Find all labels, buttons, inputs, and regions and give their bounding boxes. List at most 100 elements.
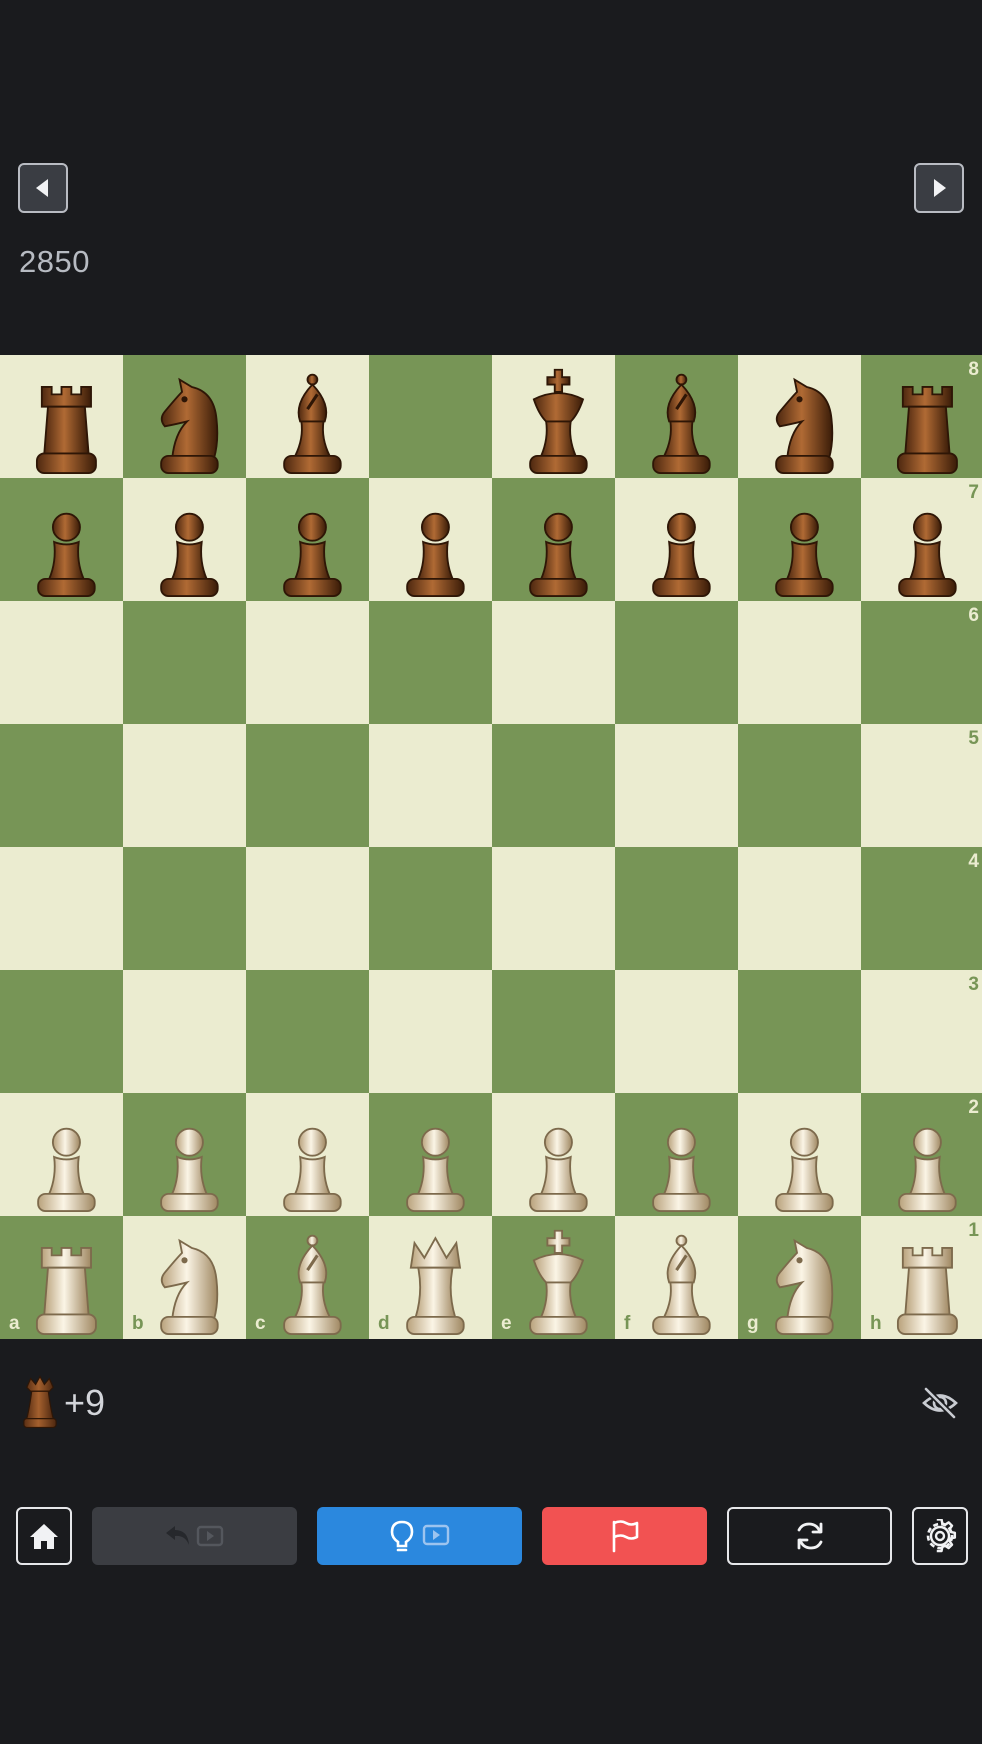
square-h3[interactable]: 3	[861, 970, 982, 1093]
square-e8[interactable]	[492, 355, 615, 478]
square-c5[interactable]	[246, 724, 369, 847]
black-bishop-icon[interactable]	[246, 355, 369, 478]
resign-button[interactable]	[542, 1507, 707, 1565]
next-button[interactable]	[914, 163, 964, 213]
square-a3[interactable]	[0, 970, 123, 1093]
black-pawn-icon[interactable]	[123, 478, 246, 601]
square-e4[interactable]	[492, 847, 615, 970]
square-f4[interactable]	[615, 847, 738, 970]
undo-button[interactable]	[92, 1507, 297, 1565]
square-b1[interactable]: b	[123, 1216, 246, 1339]
white-knight-icon[interactable]	[123, 1216, 246, 1339]
white-king-icon[interactable]	[492, 1216, 615, 1339]
square-g1[interactable]: g	[738, 1216, 861, 1339]
square-h8[interactable]: 8	[861, 355, 982, 478]
square-b7[interactable]	[123, 478, 246, 601]
black-rook-icon[interactable]	[861, 355, 982, 478]
black-knight-icon[interactable]	[123, 355, 246, 478]
black-pawn-icon[interactable]	[369, 478, 492, 601]
square-g7[interactable]	[738, 478, 861, 601]
square-g6[interactable]	[738, 601, 861, 724]
square-a1[interactable]: a	[0, 1216, 123, 1339]
square-c2[interactable]	[246, 1093, 369, 1216]
white-rook-icon[interactable]	[0, 1216, 123, 1339]
hide-evaluation-button[interactable]	[920, 1385, 960, 1421]
square-c6[interactable]	[246, 601, 369, 724]
square-h5[interactable]: 5	[861, 724, 982, 847]
square-g2[interactable]	[738, 1093, 861, 1216]
home-button[interactable]	[16, 1507, 72, 1565]
square-c4[interactable]	[246, 847, 369, 970]
square-a7[interactable]	[0, 478, 123, 601]
square-g5[interactable]	[738, 724, 861, 847]
square-d8[interactable]	[369, 355, 492, 478]
square-d7[interactable]	[369, 478, 492, 601]
square-h6[interactable]: 6	[861, 601, 982, 724]
square-g4[interactable]	[738, 847, 861, 970]
square-a6[interactable]	[0, 601, 123, 724]
square-e6[interactable]	[492, 601, 615, 724]
square-d6[interactable]	[369, 601, 492, 724]
square-h2[interactable]: 2	[861, 1093, 982, 1216]
square-e2[interactable]	[492, 1093, 615, 1216]
black-pawn-icon[interactable]	[615, 478, 738, 601]
square-f8[interactable]	[615, 355, 738, 478]
hint-button[interactable]	[317, 1507, 522, 1565]
white-pawn-icon[interactable]	[369, 1093, 492, 1216]
square-d3[interactable]	[369, 970, 492, 1093]
square-b8[interactable]	[123, 355, 246, 478]
square-g8[interactable]	[738, 355, 861, 478]
square-h1[interactable]: 1h	[861, 1216, 982, 1339]
square-e7[interactable]	[492, 478, 615, 601]
square-d1[interactable]: d	[369, 1216, 492, 1339]
square-b6[interactable]	[123, 601, 246, 724]
white-pawn-icon[interactable]	[738, 1093, 861, 1216]
settings-button[interactable]	[912, 1507, 968, 1565]
square-f2[interactable]	[615, 1093, 738, 1216]
square-b4[interactable]	[123, 847, 246, 970]
black-pawn-icon[interactable]	[0, 478, 123, 601]
square-a4[interactable]	[0, 847, 123, 970]
square-f3[interactable]	[615, 970, 738, 1093]
chess-board[interactable]: 87 6 5 4 3 2 abcdefg1h	[0, 355, 982, 1339]
square-b3[interactable]	[123, 970, 246, 1093]
square-h7[interactable]: 7	[861, 478, 982, 601]
white-pawn-icon[interactable]	[615, 1093, 738, 1216]
white-pawn-icon[interactable]	[246, 1093, 369, 1216]
square-a5[interactable]	[0, 724, 123, 847]
square-c3[interactable]	[246, 970, 369, 1093]
square-c7[interactable]	[246, 478, 369, 601]
black-king-icon[interactable]	[492, 355, 615, 478]
white-pawn-icon[interactable]	[0, 1093, 123, 1216]
white-bishop-icon[interactable]	[246, 1216, 369, 1339]
square-g3[interactable]	[738, 970, 861, 1093]
white-pawn-icon[interactable]	[492, 1093, 615, 1216]
square-b2[interactable]	[123, 1093, 246, 1216]
square-c8[interactable]	[246, 355, 369, 478]
black-knight-icon[interactable]	[738, 355, 861, 478]
square-f1[interactable]: f	[615, 1216, 738, 1339]
white-bishop-icon[interactable]	[615, 1216, 738, 1339]
square-d4[interactable]	[369, 847, 492, 970]
square-f6[interactable]	[615, 601, 738, 724]
previous-button[interactable]	[18, 163, 68, 213]
square-a2[interactable]	[0, 1093, 123, 1216]
square-e1[interactable]: e	[492, 1216, 615, 1339]
white-rook-icon[interactable]	[861, 1216, 982, 1339]
white-knight-icon[interactable]	[738, 1216, 861, 1339]
black-pawn-icon[interactable]	[861, 478, 982, 601]
square-f7[interactable]	[615, 478, 738, 601]
square-b5[interactable]	[123, 724, 246, 847]
square-a8[interactable]	[0, 355, 123, 478]
white-pawn-icon[interactable]	[861, 1093, 982, 1216]
white-pawn-icon[interactable]	[123, 1093, 246, 1216]
black-rook-icon[interactable]	[0, 355, 123, 478]
flip-board-button[interactable]	[727, 1507, 892, 1565]
white-queen-icon[interactable]	[369, 1216, 492, 1339]
square-d2[interactable]	[369, 1093, 492, 1216]
black-bishop-icon[interactable]	[615, 355, 738, 478]
square-e3[interactable]	[492, 970, 615, 1093]
square-d5[interactable]	[369, 724, 492, 847]
square-e5[interactable]	[492, 724, 615, 847]
black-pawn-icon[interactable]	[492, 478, 615, 601]
